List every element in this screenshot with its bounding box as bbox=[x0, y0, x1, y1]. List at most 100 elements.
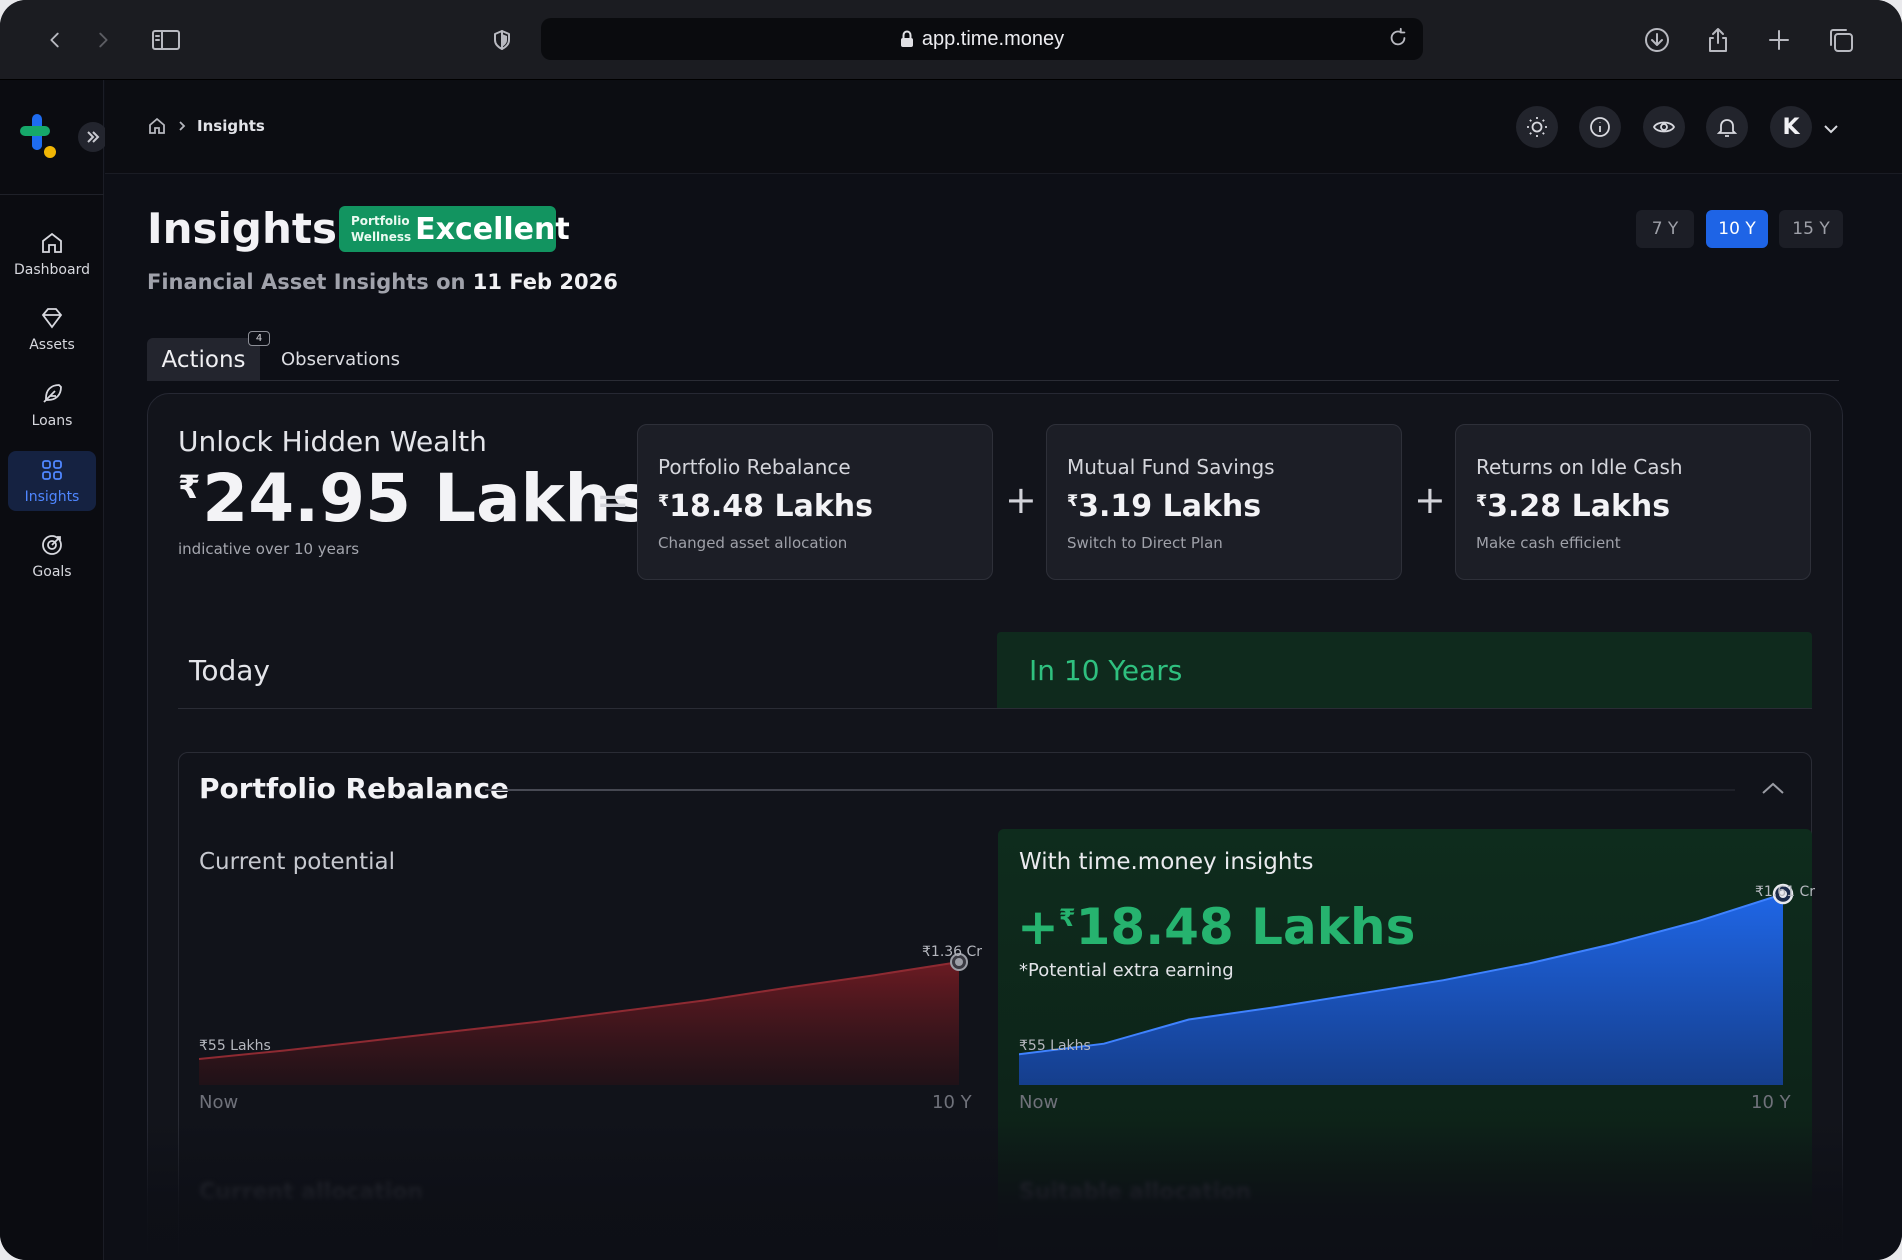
sidebar-item-label: Assets bbox=[29, 337, 75, 353]
unlock-wealth-value: ₹24.95 Lakhs bbox=[178, 460, 651, 537]
horizon-15y-button[interactable]: 15 Y bbox=[1779, 210, 1843, 248]
back-icon[interactable] bbox=[37, 22, 73, 58]
stat-card-amount: 18.48 Lakhs bbox=[669, 489, 874, 524]
currency-symbol: ₹ bbox=[178, 468, 201, 506]
double-chevron-right-icon bbox=[87, 131, 100, 143]
section-title: Portfolio Rebalance bbox=[199, 772, 510, 805]
new-tab-icon[interactable] bbox=[1761, 22, 1797, 58]
horizon-7y-button[interactable]: 7 Y bbox=[1636, 210, 1694, 248]
area-fill bbox=[199, 962, 959, 1085]
breadcrumb-current: Insights bbox=[197, 117, 265, 135]
wellness-badge-status: Excellent bbox=[415, 211, 570, 247]
address-bar[interactable]: app.time.money bbox=[541, 18, 1423, 60]
stat-card-amount: 3.19 Lakhs bbox=[1078, 489, 1262, 524]
equals-sign: = bbox=[596, 478, 630, 524]
actions-count-badge: 4 bbox=[248, 331, 270, 346]
horizon-10y-button[interactable]: 10 Y bbox=[1706, 210, 1768, 248]
expand-sidebar-button[interactable] bbox=[78, 122, 108, 152]
shield-icon[interactable] bbox=[484, 22, 520, 58]
stat-card-title: Returns on Idle Cash bbox=[1476, 455, 1683, 479]
portfolio-rebalance-card[interactable]: Portfolio Rebalance ₹18.48 Lakhs Changed… bbox=[637, 424, 993, 580]
area-fill bbox=[1019, 894, 1783, 1085]
eye-icon bbox=[1652, 121, 1676, 133]
current-allocation-heading: Current allocation bbox=[199, 1180, 424, 1205]
avatar-initial: K bbox=[1782, 114, 1800, 140]
reload-icon[interactable] bbox=[1387, 27, 1409, 53]
today-label: Today bbox=[189, 654, 270, 687]
chevron-right-icon bbox=[179, 121, 186, 131]
stat-card-subtitle: Changed asset allocation bbox=[658, 534, 848, 552]
home-icon[interactable] bbox=[147, 116, 167, 136]
sidebar-item-label: Dashboard bbox=[14, 262, 90, 278]
forward-icon[interactable] bbox=[85, 22, 121, 58]
sidebar-item-insights[interactable]: Insights bbox=[8, 451, 96, 511]
top-header: Insights K bbox=[105, 80, 1902, 174]
subtitle-date: 11 Feb 2026 bbox=[472, 270, 618, 294]
stat-card-title: Portfolio Rebalance bbox=[658, 455, 851, 479]
plus-sign: + bbox=[1414, 478, 1446, 522]
left-end-value: ₹1.36 Cr bbox=[922, 944, 983, 960]
with-insights-chart bbox=[1019, 883, 1794, 1085]
chevron-up-icon[interactable] bbox=[1760, 780, 1786, 800]
sun-icon bbox=[1527, 117, 1547, 137]
right-start-value: ₹55 Lakhs bbox=[1019, 1038, 1091, 1054]
notifications-button[interactable] bbox=[1706, 106, 1748, 148]
left-start-value: ₹55 Lakhs bbox=[199, 1038, 271, 1054]
feather-icon bbox=[43, 384, 62, 403]
page-subtitle: Financial Asset Insights on 11 Feb 2026 bbox=[147, 270, 618, 294]
stat-card-value: ₹18.48 Lakhs bbox=[658, 489, 972, 524]
url-text: app.time.money bbox=[921, 27, 1065, 50]
sidebar-toggle-icon[interactable] bbox=[148, 22, 184, 58]
idle-cash-returns-card[interactable]: Returns on Idle Cash ₹3.28 Lakhs Make ca… bbox=[1455, 424, 1811, 580]
sidebar-item-assets[interactable]: Assets bbox=[8, 299, 96, 359]
suitable-allocation-heading: Suitable allocation bbox=[1019, 1180, 1252, 1205]
unlock-wealth-note: indicative over 10 years bbox=[178, 540, 360, 558]
mutual-fund-savings-card[interactable]: Mutual Fund Savings ₹3.19 Lakhs Switch t… bbox=[1046, 424, 1402, 580]
subtitle-prefix: Financial Asset Insights on bbox=[147, 270, 466, 294]
section-rule bbox=[485, 789, 1735, 791]
sidebar-item-label: Loans bbox=[31, 413, 73, 429]
unlock-wealth-amount: 24.95 Lakhs bbox=[202, 460, 651, 537]
stat-card-amount: 3.28 Lakhs bbox=[1487, 489, 1671, 524]
sidebar-divider bbox=[0, 194, 104, 195]
right-x-end: 10 Y bbox=[1751, 1092, 1791, 1113]
wellness-badge: Portfolio Wellness Excellent bbox=[339, 206, 570, 252]
compare-divider bbox=[178, 708, 1812, 709]
page-title: Insights bbox=[147, 204, 337, 253]
download-icon[interactable] bbox=[1639, 22, 1675, 58]
plus-sign: + bbox=[1005, 478, 1037, 522]
unlock-wealth-label: Unlock Hidden Wealth bbox=[178, 425, 487, 458]
visibility-toggle-button[interactable] bbox=[1643, 106, 1685, 148]
wellness-badge-label: Portfolio Wellness bbox=[351, 214, 412, 244]
tab-actions[interactable]: Actions bbox=[147, 338, 260, 381]
tabs-overview-icon[interactable] bbox=[1823, 22, 1859, 58]
sidebar-item-goals[interactable]: Goals bbox=[8, 526, 96, 586]
sidebar-item-dashboard[interactable]: Dashboard bbox=[8, 224, 96, 284]
grid-icon bbox=[42, 460, 62, 480]
breadcrumb: Insights bbox=[147, 116, 265, 136]
stat-card-subtitle: Switch to Direct Plan bbox=[1067, 534, 1223, 552]
sidebar-item-loans[interactable]: Loans bbox=[8, 375, 96, 435]
current-potential-chart bbox=[199, 953, 968, 1085]
with-insights-label: With time.money insights bbox=[1019, 849, 1314, 875]
tab-observations[interactable]: Observations bbox=[281, 349, 400, 370]
chevron-down-icon[interactable] bbox=[1823, 120, 1839, 139]
share-icon[interactable] bbox=[1700, 22, 1736, 58]
app-logo bbox=[20, 114, 56, 158]
sidebar: Dashboard Assets Loans Insights Goals bbox=[0, 80, 108, 1260]
info-button[interactable] bbox=[1579, 106, 1621, 148]
stat-card-value: ₹3.19 Lakhs bbox=[1067, 489, 1381, 524]
avatar[interactable]: K bbox=[1770, 106, 1812, 148]
right-end-value: ₹1.61 Cr bbox=[1755, 884, 1816, 900]
currency-symbol: ₹ bbox=[1476, 491, 1488, 510]
sidebar-item-label: Goals bbox=[32, 564, 72, 580]
stat-card-subtitle: Make cash efficient bbox=[1476, 534, 1621, 552]
info-icon bbox=[1590, 117, 1610, 137]
home-icon bbox=[42, 232, 62, 253]
bell-icon bbox=[1716, 119, 1738, 137]
stat-card-title: Mutual Fund Savings bbox=[1067, 455, 1275, 479]
theme-toggle-button[interactable] bbox=[1516, 106, 1558, 148]
app-window: app.time.money Dashboard Assets Loans In… bbox=[0, 0, 1902, 1260]
left-x-end: 10 Y bbox=[932, 1092, 972, 1113]
gem-icon bbox=[41, 308, 63, 329]
